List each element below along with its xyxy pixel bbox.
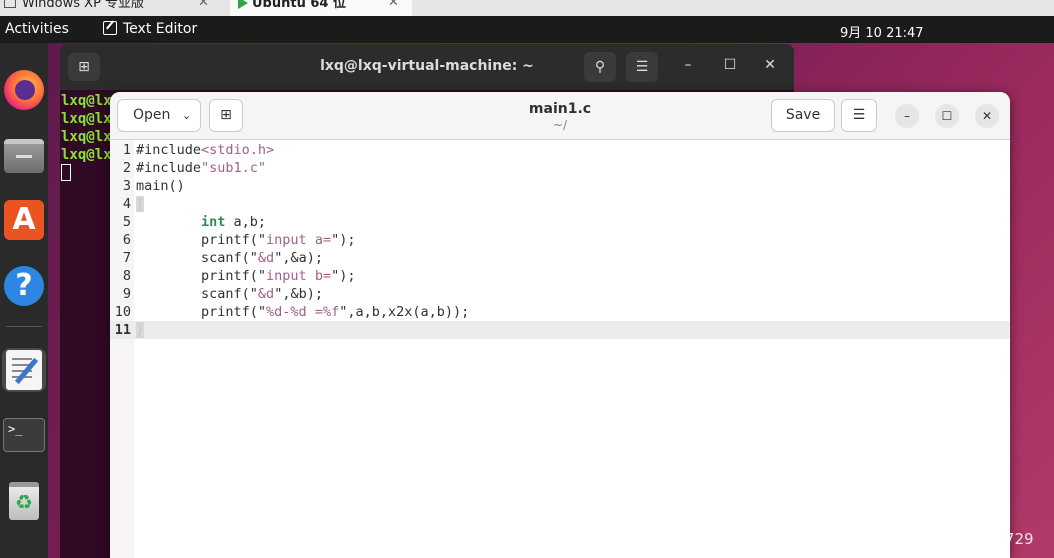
dock-item-files[interactable]	[2, 134, 46, 178]
dock-item-firefox[interactable]	[2, 68, 46, 112]
code-text: }	[136, 322, 145, 338]
code-editor[interactable]: 1 #include<stdio.h> 2 #include"sub1.c" 3 main…	[110, 140, 1010, 558]
code-text: int a,b;	[201, 214, 267, 230]
line-number: 3	[122, 178, 131, 194]
maximize-icon[interactable]: ☐	[720, 57, 740, 73]
dock-item-text-editor[interactable]	[2, 348, 46, 392]
hamburger-menu-icon: ☰	[852, 107, 866, 123]
text-editor-icon	[6, 350, 42, 390]
vm-tab-label: Ubuntu 64 位	[252, 0, 346, 11]
code-line[interactable]: 10 printf("%d-%d =%f",a,b,x2x(a,b));	[110, 303, 1010, 321]
code-text: printf("%d-%d =%f",a,b,x2x(a,b));	[136, 304, 470, 320]
play-icon	[238, 0, 248, 9]
software-icon: A	[4, 200, 44, 240]
trash-icon: ♻	[9, 482, 39, 520]
minimize-button[interactable]: –	[895, 104, 919, 128]
terminal-line: lxq@lx	[61, 111, 112, 127]
editor-header: Open ⌄ ⊞ main1.c ~/ Save ☰ – ☐ ✕	[110, 92, 1010, 140]
line-number: 11	[114, 322, 131, 338]
vm-tab-label: Windows XP 专业版	[22, 0, 145, 11]
line-number: 4	[122, 196, 131, 212]
code-text: scanf("&d",&b);	[136, 286, 323, 302]
code-line[interactable]: 8 printf("input b=");	[110, 267, 1010, 285]
terminal-line: lxq@lx	[61, 93, 112, 109]
code-text: scanf("&d",&a);	[136, 250, 323, 266]
dock-item-terminal[interactable]: >_	[2, 413, 46, 457]
code-text: printf("input b=");	[136, 268, 356, 284]
line-number: 2	[122, 160, 131, 176]
terminal-icon: >_	[3, 418, 45, 452]
app-menu[interactable]: Text Editor	[103, 21, 197, 37]
app-menu-label: Text Editor	[123, 21, 198, 37]
dock-item-software[interactable]: A	[2, 198, 46, 242]
code-line[interactable]: 6 printf("input a=");	[110, 231, 1010, 249]
firefox-icon	[4, 70, 44, 110]
code-line[interactable]: 4{	[110, 195, 1010, 213]
code-line[interactable]: 11}	[110, 321, 1010, 339]
close-icon[interactable]: ✕	[760, 57, 780, 73]
line-number: 5	[122, 214, 131, 230]
code-text: #include"sub1.c"	[136, 160, 267, 176]
activities-button[interactable]: Activities	[5, 21, 69, 37]
close-icon[interactable]: ✕	[198, 0, 209, 10]
save-button[interactable]: Save	[771, 99, 835, 132]
line-number: 10	[114, 304, 131, 320]
vm-icon	[4, 0, 16, 8]
code-line[interactable]: 1 #include<stdio.h>	[110, 141, 1010, 159]
vm-tab-windows-xp[interactable]: Windows XP 专业版 ✕	[0, 0, 222, 16]
vm-tab-ubuntu[interactable]: Ubuntu 64 位 ✕	[230, 0, 412, 16]
vm-tab-strip: Windows XP 专业版 ✕ Ubuntu 64 位 ✕	[0, 0, 1054, 16]
dock-item-help[interactable]: ?	[2, 264, 46, 308]
clock[interactable]: 9月 10 21:47	[840, 22, 924, 41]
dock: A ? >_ ♻	[0, 43, 48, 558]
maximize-button[interactable]: ☐	[935, 104, 959, 128]
help-icon: ?	[4, 266, 44, 306]
line-number: 7	[122, 250, 131, 266]
top-bar: Activities Text Editor 9月 10 21:47	[0, 16, 1054, 43]
watermark: CSDN @m0_53073729	[863, 530, 1034, 548]
hamburger-menu-icon[interactable]: ☰	[626, 52, 658, 82]
line-number: 8	[122, 268, 131, 284]
terminal-output[interactable]: lxq@lx lxq@lx lxq@lx lxq@lx	[61, 92, 112, 186]
code-line[interactable]: 5 int a,b;	[110, 213, 1010, 231]
terminal-header: ⊞ lxq@lxq-virtual-machine: ~ ⚲ ☰ – ☐ ✕	[60, 44, 794, 90]
close-icon[interactable]: ✕	[388, 0, 399, 10]
dock-item-trash[interactable]: ♻	[2, 479, 46, 523]
minimize-icon[interactable]: –	[678, 57, 698, 73]
files-icon	[4, 139, 44, 173]
code-line[interactable]: 2 #include"sub1.c"	[110, 159, 1010, 177]
dock-separator	[6, 326, 42, 327]
code-text: #include<stdio.h>	[136, 142, 275, 158]
code-text: {	[136, 196, 145, 212]
code-line[interactable]: 3 main()	[110, 177, 1010, 195]
line-number: 6	[122, 232, 131, 248]
terminal-cursor	[61, 164, 71, 181]
line-number: 1	[122, 142, 131, 158]
terminal-line: lxq@lx	[61, 147, 112, 163]
text-editor-window: Open ⌄ ⊞ main1.c ~/ Save ☰ – ☐ ✕ 1 #inclu…	[110, 92, 1010, 558]
code-line[interactable]: 7 scanf("&d",&a);	[110, 249, 1010, 267]
code-text: printf("input a=");	[136, 232, 356, 248]
code-text: main()	[136, 178, 185, 194]
terminal-line: lxq@lx	[61, 129, 112, 145]
code-line[interactable]: 9 scanf("&d",&b);	[110, 285, 1010, 303]
search-icon[interactable]: ⚲	[584, 52, 616, 82]
close-button[interactable]: ✕	[975, 104, 999, 128]
line-number: 9	[122, 286, 131, 302]
hamburger-menu-button[interactable]: ☰	[841, 99, 877, 132]
text-editor-icon	[103, 21, 117, 35]
